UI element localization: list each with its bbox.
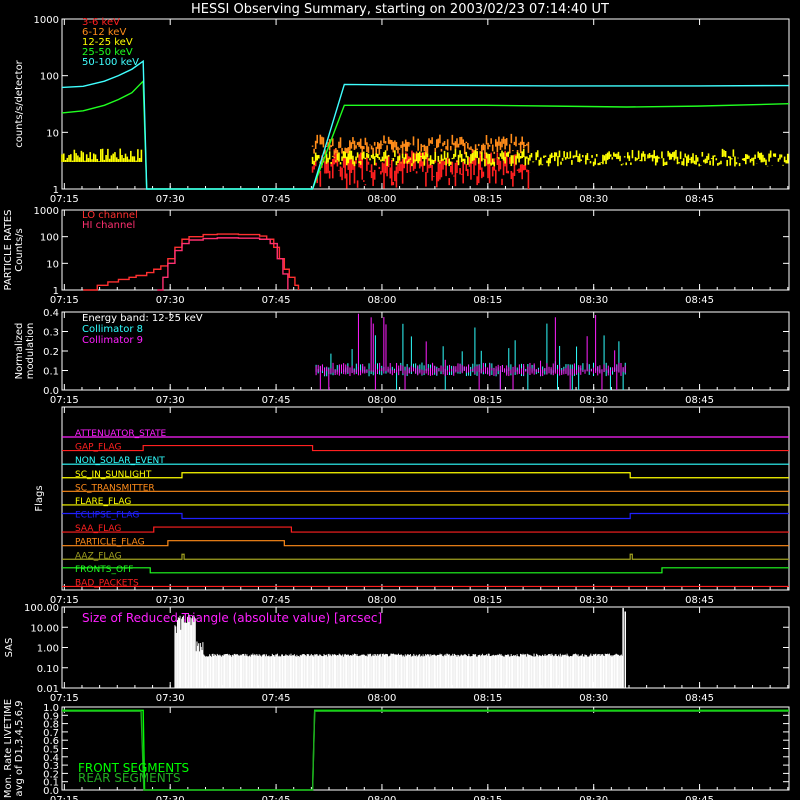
flags-xtick-label: 08:15 (473, 595, 502, 606)
particles-xtick-label: 07:30 (156, 295, 185, 306)
particles-ytick-label: 10 (46, 259, 59, 270)
livetime-ylabel: Mon. Rate LIVETIME (3, 699, 14, 798)
countrates-xtick-label: 07:45 (262, 194, 291, 205)
sas-xtick-label: 08:45 (685, 693, 714, 704)
legend-50-100-keV: 50-100 keV (82, 57, 139, 68)
modulation-xtick-label: 08:00 (368, 395, 397, 406)
sas-xtick-label: 07:30 (156, 693, 185, 704)
flags-ylabel: Flags (34, 485, 45, 511)
sas-ytick-label: 0.10 (37, 664, 59, 675)
flags-xtick-label: 08:45 (685, 595, 714, 606)
particles-xtick-label: 08:45 (685, 295, 714, 306)
countrates-ylabel: counts/s/detector (14, 59, 25, 147)
particles-ylabel: Counts/s (14, 228, 25, 272)
modulation-ytick-label: 0.1 (43, 367, 59, 378)
sas-annotation: Size of Reduced Triangle (absolute value… (82, 611, 382, 625)
legend-Collimator-9: Collimator 9 (82, 335, 143, 346)
countrates-xtick-label: 08:45 (685, 194, 714, 205)
flag-particle_flag-label: PARTICLE_FLAG (75, 538, 145, 548)
countrates-ytick-label: 100 (40, 72, 59, 83)
flags-xtick-label: 08:30 (579, 595, 608, 606)
sas-xtick-label: 07:45 (262, 693, 291, 704)
sas-ylabel: SAS (4, 638, 15, 658)
flags-xtick-label: 07:30 (156, 595, 185, 606)
sas-xtick-label: 08:30 (579, 693, 608, 704)
livetime-xtick-label: 07:45 (262, 795, 291, 800)
sas-xtick-label: 08:15 (473, 693, 502, 704)
modulation-xtick-label: 07:45 (262, 395, 291, 406)
chart-title: HESSI Observing Summary, starting on 200… (191, 2, 609, 17)
legend-REAR-SEGMENTS: REAR SEGMENTS (78, 771, 181, 785)
flag-attenuator_state-label: ATTENUATOR_STATE (75, 429, 167, 439)
modulation-ylabel: Normalized (14, 323, 25, 380)
legend-HI-channel: HI channel (82, 220, 135, 231)
modulation-xtick-label: 08:30 (579, 395, 608, 406)
particles-ytick-label: 1 (53, 286, 59, 297)
flag-fronts_off-label: FRONTS_OFF (75, 565, 133, 575)
legend-Collimator-8: Collimator 8 (82, 324, 143, 335)
livetime-xtick-label: 08:00 (368, 795, 397, 800)
sas-xtick-label: 08:00 (368, 693, 397, 704)
countrates-ytick-label: 1000 (34, 15, 59, 26)
particles-xtick-label: 07:45 (262, 295, 291, 306)
modulation-ytick-label: 0.4 (43, 308, 59, 319)
particles-xtick-label: 08:00 (368, 295, 397, 306)
modulation-xtick-label: 08:45 (685, 395, 714, 406)
countrates-ytick-label: 10 (46, 128, 59, 139)
flag-flare_flag-label: FLARE_FLAG (75, 497, 131, 507)
modulation-ytick-label: 0.3 (43, 328, 59, 339)
sas-ytick-label: 0.01 (37, 684, 59, 695)
flag-bad_packets-label: BAD_PACKETS (75, 578, 139, 588)
flag-aaz_flag-label: AAZ_FLAG (75, 551, 122, 561)
countrates-xtick-label: 07:30 (156, 194, 185, 205)
modulation-xtick-label: 07:30 (156, 395, 185, 406)
particles-xtick-label: 08:30 (579, 295, 608, 306)
sas-ytick-label: 1.00 (37, 644, 59, 655)
particles-ytick-label: 100 (40, 233, 59, 244)
livetime-ylabel: avg of D1,3,4,5,6,9 (14, 700, 25, 796)
modulation-energy-band: Energy band: 12-25 keV (82, 313, 203, 324)
flag-saa_flag-label: SAA_FLAG (75, 524, 121, 534)
livetime-xtick-label: 08:45 (685, 795, 714, 800)
flags-xtick-label: 08:00 (368, 595, 397, 606)
flag-sc_in_sunlight-label: SC_IN_SUNLIGHT (75, 470, 152, 480)
hessi-summary-chart: HESSI Observing Summary, starting on 200… (0, 0, 800, 800)
flag-non_solar_event-label: NON_SOLAR_EVENT (75, 456, 165, 466)
livetime-xtick-label: 07:30 (156, 795, 185, 800)
flags-xtick-label: 07:45 (262, 595, 291, 606)
livetime-ytick-label: 1.0 (43, 703, 59, 714)
livetime-xtick-label: 08:30 (579, 795, 608, 800)
modulation-ytick-label: 0.0 (43, 386, 59, 397)
modulation-ylabel: modulation (25, 323, 36, 380)
particles-ytick-label: 1000 (34, 206, 59, 217)
flag-gap_flag-label: GAP_FLAG (75, 443, 121, 453)
sas-ytick-label: 10.00 (30, 623, 59, 634)
particles-ylabel: PARTICLE RATES (3, 210, 14, 291)
livetime-xtick-label: 08:15 (473, 795, 502, 800)
particles-xtick-label: 08:15 (473, 295, 502, 306)
modulation-ytick-label: 0.2 (43, 347, 59, 358)
countrates-ytick-label: 1 (53, 185, 59, 196)
modulation-xtick-label: 08:15 (473, 395, 502, 406)
flag-eclipse_flag-label: ECLIPSE_FLAG (75, 511, 139, 521)
countrates-xtick-label: 08:00 (368, 194, 397, 205)
flag-sc_transmitter-label: SC_TRANSMITTER (75, 483, 155, 493)
countrates-xtick-label: 08:30 (579, 194, 608, 205)
sas-ytick-label: 100.00 (24, 603, 59, 614)
countrates-xtick-label: 08:15 (473, 194, 502, 205)
